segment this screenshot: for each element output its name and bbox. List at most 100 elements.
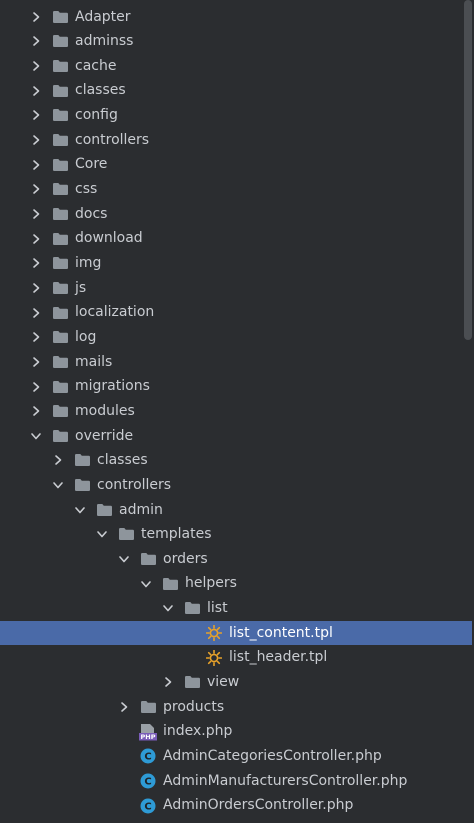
tree-item-label: adminss	[75, 33, 134, 50]
chevron-right-icon[interactable]	[29, 374, 43, 399]
tree-item-label: list_header.tpl	[229, 649, 328, 666]
chevron-right-icon[interactable]	[29, 350, 43, 375]
folder-icon	[51, 128, 69, 153]
tree-item-label: helpers	[185, 575, 237, 592]
tree-item-controllers[interactable]: controllers	[0, 473, 472, 498]
tree-item-cache[interactable]: cache	[0, 54, 472, 79]
chevron-right-icon[interactable]	[29, 325, 43, 350]
folder-icon	[73, 448, 91, 473]
tree-item-label: migrations	[75, 378, 150, 395]
tree-item-mails[interactable]: mails	[0, 350, 472, 375]
tree-item-adminss[interactable]: adminss	[0, 29, 472, 54]
folder-icon	[51, 103, 69, 128]
tree-item-admincategoriescontroller-php[interactable]: C AdminCategoriesController.php	[0, 744, 472, 769]
chevron-right-icon[interactable]	[29, 78, 43, 103]
tree-item-helpers[interactable]: helpers	[0, 571, 472, 596]
chevron-right-icon[interactable]	[29, 251, 43, 276]
tree-item-download[interactable]: download	[0, 226, 472, 251]
chevron-right-icon[interactable]	[29, 399, 43, 424]
template-file-icon	[205, 645, 223, 670]
tree-item-label: js	[75, 279, 87, 296]
folder-icon	[51, 350, 69, 375]
folder-icon	[51, 5, 69, 30]
tree-item-classes[interactable]: classes	[0, 448, 472, 473]
tree-item-view[interactable]: view	[0, 670, 472, 695]
tree-item-adminorderscontroller-php[interactable]: C AdminOrdersController.php	[0, 793, 472, 818]
tree-item-migrations[interactable]: migrations	[0, 374, 472, 399]
folder-icon	[117, 522, 135, 547]
chevron-right-icon[interactable]	[29, 128, 43, 153]
chevron-down-icon[interactable]	[51, 473, 65, 498]
folder-icon	[51, 202, 69, 227]
chevron-down-icon[interactable]	[29, 424, 43, 449]
tree-item-controllers[interactable]: controllers	[0, 128, 472, 153]
tree-item-img[interactable]: img	[0, 251, 472, 276]
chevron-right-icon[interactable]	[117, 695, 131, 720]
chevron-right-icon[interactable]	[29, 177, 43, 202]
chevron-down-icon[interactable]	[139, 571, 153, 596]
tree-item-label: view	[207, 674, 240, 691]
chevron-right-icon[interactable]	[29, 152, 43, 177]
php-class-icon: C	[139, 744, 157, 769]
chevron-down-icon[interactable]	[73, 498, 87, 523]
chevron-down-icon[interactable]	[161, 596, 175, 621]
folder-icon	[51, 399, 69, 424]
tree-item-override[interactable]: override	[0, 424, 472, 449]
tree-item-label: override	[75, 427, 134, 444]
tree-item-index-php[interactable]: PHP index.php	[0, 719, 472, 744]
tree-item-label: log	[75, 328, 97, 345]
tree-item-docs[interactable]: docs	[0, 202, 472, 227]
tree-item-orders[interactable]: orders	[0, 547, 472, 572]
svg-text:PHP: PHP	[141, 733, 156, 741]
tree-item-label: templates	[141, 526, 212, 543]
tree-item-js[interactable]: js	[0, 276, 472, 301]
php-class-icon: C	[139, 769, 157, 794]
tree-item-label: AdminManufacturersController.php	[163, 772, 408, 789]
chevron-right-icon[interactable]	[29, 276, 43, 301]
tree-item-log[interactable]: log	[0, 325, 472, 350]
tree-item-list-header-tpl[interactable]: list_header.tpl	[0, 645, 472, 670]
tree-item-modules[interactable]: modules	[0, 399, 472, 424]
chevron-right-icon[interactable]	[29, 5, 43, 30]
chevron-right-icon[interactable]	[51, 448, 65, 473]
tree-item-adminmanufacturerscontroller-php[interactable]: C AdminManufacturersController.php	[0, 769, 472, 794]
folder-icon	[139, 547, 157, 572]
chevron-down-icon[interactable]	[95, 522, 109, 547]
folder-icon	[183, 596, 201, 621]
chevron-right-icon[interactable]	[29, 226, 43, 251]
tree-item-label: admin	[119, 501, 163, 518]
tree-item-list-content-tpl[interactable]: list_content.tpl	[0, 620, 472, 646]
tree-item-localization[interactable]: localization	[0, 300, 472, 325]
chevron-right-icon[interactable]	[29, 29, 43, 54]
tree-item-label: mails	[75, 353, 113, 370]
tree-item-classes[interactable]: classes	[0, 78, 472, 103]
tree-item-core[interactable]: Core	[0, 152, 472, 177]
chevron-right-icon[interactable]	[29, 103, 43, 128]
tree-item-list[interactable]: list	[0, 596, 472, 621]
tree-item-config[interactable]: config	[0, 103, 472, 128]
tree-item-label: localization	[75, 304, 155, 321]
svg-text:C: C	[144, 752, 151, 763]
tree-item-label: cache	[75, 57, 117, 74]
tree-item-label: classes	[97, 452, 148, 469]
chevron-right-icon[interactable]	[29, 54, 43, 79]
folder-icon	[51, 78, 69, 103]
tree-item-label: index.php	[163, 723, 233, 740]
tree-item-adapter[interactable]: Adapter	[0, 5, 472, 30]
tree-item-admin[interactable]: admin	[0, 498, 472, 523]
folder-icon	[161, 571, 179, 596]
folder-icon	[51, 226, 69, 251]
tree-item-products[interactable]: products	[0, 695, 472, 720]
folder-icon	[51, 300, 69, 325]
tree-item-label: modules	[75, 402, 135, 419]
chevron-right-icon[interactable]	[161, 670, 175, 695]
chevron-right-icon[interactable]	[29, 300, 43, 325]
tree-item-label: config	[75, 107, 118, 124]
chevron-down-icon[interactable]	[117, 547, 131, 572]
tree-item-label: download	[75, 230, 143, 247]
folder-icon	[51, 276, 69, 301]
tree-item-templates[interactable]: templates	[0, 522, 472, 547]
tree-item-css[interactable]: css	[0, 177, 472, 202]
chevron-right-icon[interactable]	[29, 202, 43, 227]
tree-item-label: img	[75, 255, 102, 271]
